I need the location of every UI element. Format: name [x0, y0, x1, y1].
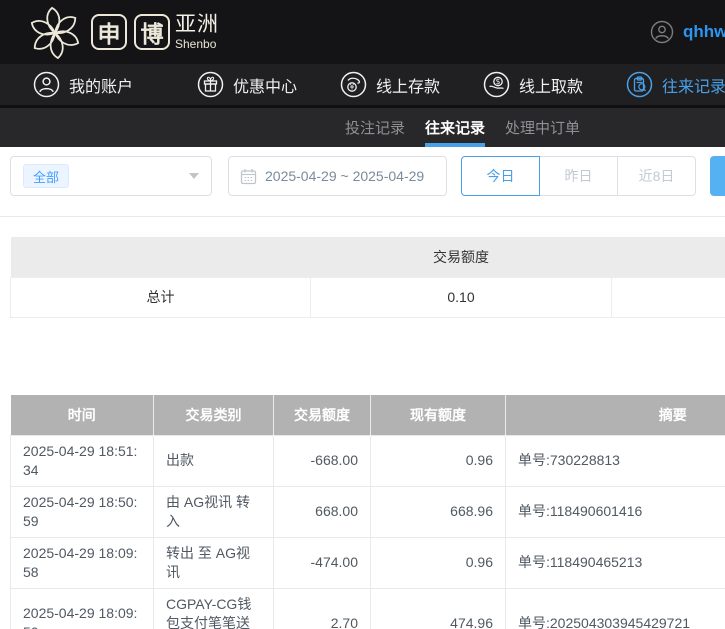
- table-row: 2025-04-29 18:09:58转出 至 AG视讯-474.000.96单…: [11, 537, 725, 588]
- cell-balance: 0.96: [371, 537, 506, 588]
- brand-english: Shenbo: [175, 38, 219, 50]
- summary-header-amount: 交易额度: [311, 237, 612, 277]
- user-icon: [33, 71, 60, 98]
- nav-item-online-withdraw[interactable]: $ 线上取款: [483, 71, 626, 98]
- nav-label: 线上存款: [376, 73, 440, 97]
- yesterday-button[interactable]: 昨日: [539, 156, 618, 196]
- records-icon: [626, 71, 653, 98]
- gift-icon: [197, 71, 224, 98]
- user-account[interactable]: qhhw: [650, 0, 725, 64]
- main-navigation: 我的账户 优惠中心 ¥ 线上存款: [0, 64, 725, 108]
- brand-logo[interactable]: 申 博 亚洲 Shenbo: [26, 3, 219, 61]
- record-tabs: 投注记录 往来记录 处理中订单: [0, 108, 725, 147]
- nav-label: 优惠中心: [233, 73, 297, 97]
- cell-note: 单号:202504303945429721: [506, 588, 725, 629]
- col-header-balance: 现有额度: [371, 395, 506, 435]
- last-8-days-button[interactable]: 近8日: [617, 156, 696, 196]
- tab-processing-orders[interactable]: 处理中订单: [505, 108, 580, 147]
- cell-balance: 668.96: [371, 486, 506, 537]
- tab-transaction-records[interactable]: 往来记录: [425, 108, 485, 147]
- cell-note: 单号:118490465213: [506, 537, 725, 588]
- cell-note: 单号:730228813: [506, 435, 725, 486]
- cell-type: 由 AG视讯 转入: [154, 486, 274, 537]
- summary-total-extra: [612, 277, 725, 317]
- username[interactable]: qhhw: [683, 22, 725, 42]
- cell-time: 2025-04-29 18:09:50: [11, 588, 154, 629]
- summary-header-spacer: [612, 237, 725, 277]
- nav-label: 我的账户: [69, 73, 133, 97]
- cell-amount: -474.00: [274, 537, 371, 588]
- nav-item-promotions[interactable]: 优惠中心: [197, 71, 340, 98]
- cell-note: 单号:118490601416: [506, 486, 725, 537]
- cell-type: 转出 至 AG视讯: [154, 537, 274, 588]
- table-row: 2025-04-29 18:09:50CGPAY-CG钱包支付笔笔送优惠2.70…: [11, 588, 725, 629]
- summary-header-row: 交易额度: [11, 237, 725, 277]
- summary-table: 交易额度 总计 0.10: [10, 237, 725, 318]
- records-body: 2025-04-29 18:51:34出款-668.000.96单号:73022…: [11, 435, 725, 629]
- col-header-amount: 交易额度: [274, 395, 371, 435]
- cell-amount: -668.00: [274, 435, 371, 486]
- chevron-down-icon: [189, 173, 199, 179]
- cell-time: 2025-04-29 18:51:34: [11, 435, 154, 486]
- nav-label: 线上取款: [519, 73, 583, 97]
- search-button[interactable]: [710, 156, 725, 196]
- summary-header-spacer: [11, 237, 311, 277]
- date-range-picker[interactable]: 2025-04-29 ~ 2025-04-29: [228, 156, 447, 196]
- summary-total-label: 总计: [11, 277, 311, 317]
- page: 申 博 亚洲 Shenbo qhhw 我的账户: [0, 0, 725, 629]
- nav-item-transaction-records[interactable]: 往来记录: [626, 71, 725, 98]
- summary-total-row: 总计 0.10: [11, 277, 725, 317]
- cell-time: 2025-04-29 18:09:58: [11, 537, 154, 588]
- cell-amount: 2.70: [274, 588, 371, 629]
- nav-item-online-deposit[interactable]: ¥ 线上存款: [340, 71, 483, 98]
- cell-type: CGPAY-CG钱包支付笔笔送优惠: [154, 588, 274, 629]
- section-divider: [0, 216, 725, 217]
- cell-amount: 668.00: [274, 486, 371, 537]
- brand-region-block: 亚洲 Shenbo: [175, 14, 219, 50]
- today-button[interactable]: 今日: [461, 156, 540, 196]
- cell-type: 出款: [154, 435, 274, 486]
- svg-text:¥: ¥: [350, 83, 355, 92]
- deposit-icon: ¥: [340, 71, 367, 98]
- cell-balance: 0.96: [371, 435, 506, 486]
- table-row: 2025-04-29 18:50:59由 AG视讯 转入668.00668.96…: [11, 486, 725, 537]
- nav-label: 往来记录: [662, 73, 725, 97]
- user-avatar-icon: [650, 20, 674, 44]
- brand-char-bo: 博: [134, 14, 170, 50]
- col-header-note: 摘要: [506, 395, 725, 435]
- nav-item-my-account[interactable]: 我的账户: [33, 71, 197, 98]
- top-header: 申 博 亚洲 Shenbo qhhw: [0, 0, 725, 64]
- tab-betting-records[interactable]: 投注记录: [345, 108, 405, 147]
- cell-balance: 474.96: [371, 588, 506, 629]
- type-selected-tag[interactable]: 全部: [23, 164, 69, 188]
- col-header-time: 时间: [11, 395, 154, 435]
- col-header-type: 交易类别: [154, 395, 274, 435]
- table-row: 2025-04-29 18:51:34出款-668.000.96单号:73022…: [11, 435, 725, 486]
- withdraw-icon: $: [483, 71, 510, 98]
- quick-date-buttons: 今日 昨日 近8日: [461, 156, 696, 196]
- records-table: 时间 交易类别 交易额度 现有额度 摘要 2025-04-29 18:51:34…: [10, 395, 725, 629]
- summary-total-value: 0.10: [311, 277, 612, 317]
- brand-region: 亚洲: [175, 14, 219, 35]
- lotus-flower-icon: [26, 3, 84, 61]
- calendar-icon: [240, 168, 257, 185]
- type-select[interactable]: 全部: [10, 156, 212, 196]
- date-range-value: 2025-04-29 ~ 2025-04-29: [265, 168, 424, 184]
- records-header-row: 时间 交易类别 交易额度 现有额度 摘要: [11, 395, 725, 435]
- cell-time: 2025-04-29 18:50:59: [11, 486, 154, 537]
- brand-char-shen: 申: [91, 14, 127, 50]
- svg-text:$: $: [496, 77, 501, 86]
